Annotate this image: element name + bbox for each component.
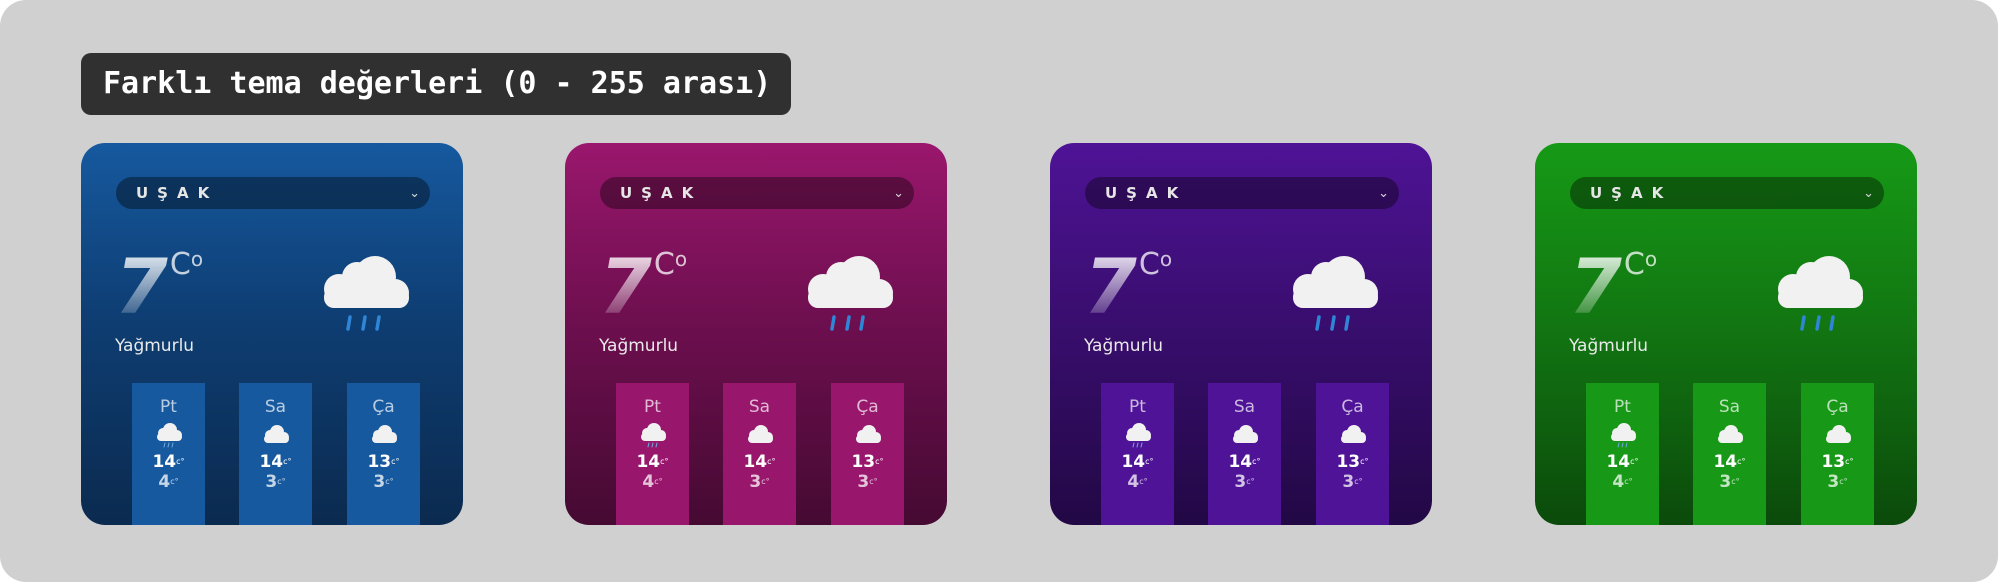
forecast-day: Pt 14c° 4c° bbox=[1586, 383, 1659, 525]
forecast-day: Ça 13c° 3c° bbox=[831, 383, 904, 525]
low-temp: 4c° bbox=[1612, 472, 1633, 492]
city-select[interactable]: UŞAK ⌄ bbox=[116, 177, 430, 209]
cloud-rain-icon bbox=[808, 256, 893, 331]
city-name: UŞAK bbox=[136, 184, 219, 202]
chevron-down-icon: ⌄ bbox=[1863, 185, 1874, 201]
condition-label: Yağmurlu bbox=[599, 336, 679, 356]
low-temp: 4c° bbox=[158, 472, 179, 492]
cloud-icon bbox=[1825, 425, 1851, 443]
cloud-rain-icon bbox=[324, 256, 409, 331]
high-temp: 13c° bbox=[367, 452, 400, 472]
day-name: Sa bbox=[264, 397, 287, 417]
condition-label: Yağmurlu bbox=[1569, 336, 1649, 356]
weather-card-green: UŞAK ⌄ 7 Co Yağmurlu Pt 14c° 4c° Sa 14c°… bbox=[1535, 143, 1917, 525]
low-temp: 4c° bbox=[1127, 472, 1148, 492]
current-temperature: 7 Co bbox=[1084, 242, 1172, 331]
temperature-value: 7 bbox=[1569, 242, 1622, 331]
high-temp: 13c° bbox=[851, 452, 884, 472]
city-name: UŞAK bbox=[620, 184, 703, 202]
day-name: Ça bbox=[856, 397, 879, 417]
temperature-unit: Co bbox=[653, 247, 688, 282]
temperature-unit: Co bbox=[1138, 247, 1173, 282]
current-temperature: 7 Co bbox=[599, 242, 687, 331]
forecast-day: Pt 14c° 4c° bbox=[616, 383, 689, 525]
day-name: Pt bbox=[1614, 397, 1631, 417]
day-name: Ça bbox=[372, 397, 395, 417]
forecast-day: Pt 14c° 4c° bbox=[132, 383, 205, 525]
cloud-icon bbox=[1340, 425, 1366, 443]
high-temp: 13c° bbox=[1336, 452, 1369, 472]
cloud-rain-icon bbox=[1125, 423, 1151, 448]
city-select[interactable]: UŞAK ⌄ bbox=[600, 177, 914, 209]
temperature-value: 7 bbox=[115, 242, 168, 331]
city-name: UŞAK bbox=[1590, 184, 1673, 202]
day-name: Sa bbox=[1718, 397, 1741, 417]
chevron-down-icon: ⌄ bbox=[409, 185, 420, 201]
canvas: Farklı tema değerleri (0 - 255 arası) UŞ… bbox=[0, 0, 1998, 582]
city-select[interactable]: UŞAK ⌄ bbox=[1085, 177, 1399, 209]
day-name: Ça bbox=[1826, 397, 1849, 417]
forecast-day: Pt 14c° 4c° bbox=[1101, 383, 1174, 525]
page-title: Farklı tema değerleri (0 - 255 arası) bbox=[81, 53, 791, 115]
weather-card-purple: UŞAK ⌄ 7 Co Yağmurlu Pt 14c° 4c° Sa 14c°… bbox=[1050, 143, 1432, 525]
day-name: Sa bbox=[1233, 397, 1256, 417]
low-temp: 3c° bbox=[1719, 472, 1740, 492]
high-temp: 14c° bbox=[152, 452, 185, 472]
current-temperature: 7 Co bbox=[1569, 242, 1657, 331]
chevron-down-icon: ⌄ bbox=[893, 185, 904, 201]
forecast-day: Ça 13c° 3c° bbox=[347, 383, 420, 525]
cloud-icon bbox=[1717, 425, 1743, 443]
high-temp: 14c° bbox=[1228, 452, 1261, 472]
cloud-rain-icon bbox=[1293, 256, 1378, 331]
low-temp: 3c° bbox=[1342, 472, 1363, 492]
temperature-value: 7 bbox=[1084, 242, 1137, 331]
low-temp: 3c° bbox=[373, 472, 394, 492]
high-temp: 14c° bbox=[1121, 452, 1154, 472]
day-name: Pt bbox=[160, 397, 177, 417]
day-name: Sa bbox=[748, 397, 771, 417]
weather-card-blue: UŞAK ⌄ 7 Co Yağmurlu Pt 14c° 4c° Sa 14c°… bbox=[81, 143, 463, 525]
day-name: Pt bbox=[644, 397, 661, 417]
low-temp: 4c° bbox=[642, 472, 663, 492]
cloud-rain-icon bbox=[1778, 256, 1863, 331]
low-temp: 3c° bbox=[1827, 472, 1848, 492]
day-name: Pt bbox=[1129, 397, 1146, 417]
temperature-value: 7 bbox=[599, 242, 652, 331]
high-temp: 14c° bbox=[259, 452, 292, 472]
high-temp: 14c° bbox=[636, 452, 669, 472]
cloud-icon bbox=[1232, 425, 1258, 443]
day-name: Ça bbox=[1341, 397, 1364, 417]
high-temp: 14c° bbox=[743, 452, 776, 472]
cloud-rain-icon bbox=[1610, 423, 1636, 448]
forecast-day: Sa 14c° 3c° bbox=[1693, 383, 1766, 525]
condition-label: Yağmurlu bbox=[115, 336, 195, 356]
high-temp: 14c° bbox=[1713, 452, 1746, 472]
low-temp: 3c° bbox=[265, 472, 286, 492]
forecast-day: Sa 14c° 3c° bbox=[239, 383, 312, 525]
current-temperature: 7 Co bbox=[115, 242, 203, 331]
cloud-rain-icon bbox=[156, 423, 182, 448]
forecast-day: Sa 14c° 3c° bbox=[723, 383, 796, 525]
high-temp: 14c° bbox=[1606, 452, 1639, 472]
forecast-day: Sa 14c° 3c° bbox=[1208, 383, 1281, 525]
cloud-icon bbox=[855, 425, 881, 443]
high-temp: 13c° bbox=[1821, 452, 1854, 472]
cloud-icon bbox=[747, 425, 773, 443]
cloud-icon bbox=[371, 425, 397, 443]
condition-label: Yağmurlu bbox=[1084, 336, 1164, 356]
low-temp: 3c° bbox=[1234, 472, 1255, 492]
chevron-down-icon: ⌄ bbox=[1378, 185, 1389, 201]
forecast-day: Ça 13c° 3c° bbox=[1316, 383, 1389, 525]
city-name: UŞAK bbox=[1105, 184, 1188, 202]
weather-card-pink: UŞAK ⌄ 7 Co Yağmurlu Pt 14c° 4c° Sa 14c°… bbox=[565, 143, 947, 525]
temperature-unit: Co bbox=[1623, 247, 1658, 282]
forecast-day: Ça 13c° 3c° bbox=[1801, 383, 1874, 525]
low-temp: 3c° bbox=[857, 472, 878, 492]
cloud-icon bbox=[263, 425, 289, 443]
cloud-rain-icon bbox=[640, 423, 666, 448]
low-temp: 3c° bbox=[749, 472, 770, 492]
temperature-unit: Co bbox=[169, 247, 204, 282]
city-select[interactable]: UŞAK ⌄ bbox=[1570, 177, 1884, 209]
